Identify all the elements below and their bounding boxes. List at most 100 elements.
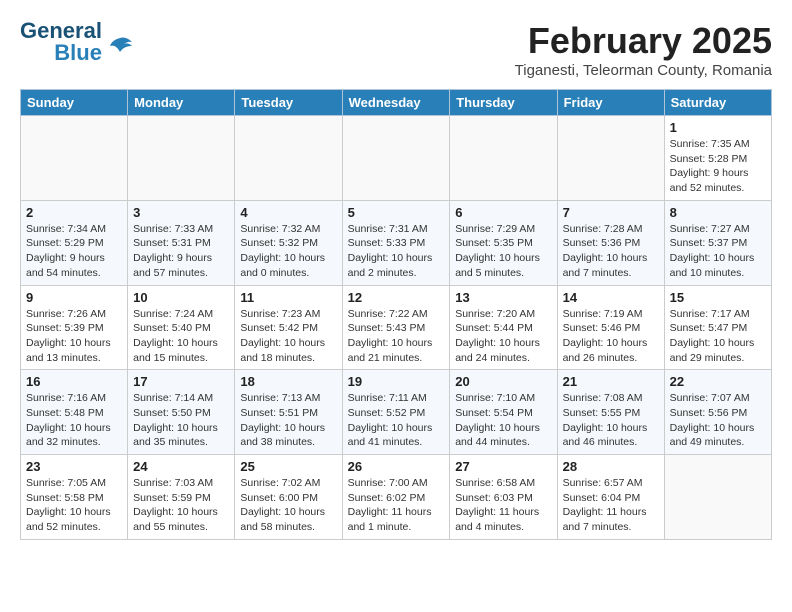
day-number: 9: [26, 290, 122, 305]
day-info: Sunrise: 7:27 AM Sunset: 5:37 PM Dayligh…: [670, 222, 766, 281]
day-number: 15: [670, 290, 766, 305]
day-info: Sunrise: 7:32 AM Sunset: 5:32 PM Dayligh…: [240, 222, 336, 281]
day-number: 25: [240, 459, 336, 474]
weekday-header-friday: Friday: [557, 90, 664, 116]
day-number: 17: [133, 374, 229, 389]
calendar-cell: [235, 116, 342, 201]
day-number: 8: [670, 205, 766, 220]
day-info: Sunrise: 7:34 AM Sunset: 5:29 PM Dayligh…: [26, 222, 122, 281]
calendar-cell: 24 Sunrise: 7:03 AM Sunset: 5:59 PM Dayli…: [128, 455, 235, 540]
calendar-cell: 6 Sunrise: 7:29 AM Sunset: 5:35 PM Daylig…: [450, 200, 557, 285]
day-number: 12: [348, 290, 445, 305]
day-number: 28: [563, 459, 659, 474]
calendar-cell: [128, 116, 235, 201]
calendar-table: SundayMondayTuesdayWednesdayThursdayFrid…: [20, 89, 772, 540]
day-number: 23: [26, 459, 122, 474]
location-text: Tiganesti, Teleorman County, Romania: [515, 62, 772, 79]
weekday-header-monday: Monday: [128, 90, 235, 116]
day-number: 22: [670, 374, 766, 389]
day-info: Sunrise: 6:57 AM Sunset: 6:04 PM Dayligh…: [563, 476, 659, 535]
week-row-4: 16 Sunrise: 7:16 AM Sunset: 5:48 PM Dayli…: [21, 370, 772, 455]
title-block: February 2025 Tiganesti, Teleorman Count…: [515, 20, 772, 79]
logo-bird-icon: [106, 34, 134, 62]
calendar-cell: 8 Sunrise: 7:27 AM Sunset: 5:37 PM Daylig…: [664, 200, 771, 285]
day-info: Sunrise: 7:10 AM Sunset: 5:54 PM Dayligh…: [455, 391, 551, 450]
calendar-cell: 11Sunrise: 7:23 AM Sunset: 5:42 PM Dayli…: [235, 285, 342, 370]
day-number: 7: [563, 205, 659, 220]
day-number: 13: [455, 290, 551, 305]
day-number: 14: [563, 290, 659, 305]
weekday-header-saturday: Saturday: [664, 90, 771, 116]
calendar-cell: 18Sunrise: 7:13 AM Sunset: 5:51 PM Dayli…: [235, 370, 342, 455]
calendar-cell: [21, 116, 128, 201]
calendar-cell: 28 Sunrise: 6:57 AM Sunset: 6:04 PM Dayli…: [557, 455, 664, 540]
day-number: 16: [26, 374, 122, 389]
calendar-cell: 10 Sunrise: 7:24 AM Sunset: 5:40 PM Dayli…: [128, 285, 235, 370]
calendar-cell: 16 Sunrise: 7:16 AM Sunset: 5:48 PM Dayli…: [21, 370, 128, 455]
day-number: 26: [348, 459, 445, 474]
logo: General Blue: [20, 20, 134, 64]
calendar-cell: 1Sunrise: 7:35 AM Sunset: 5:28 PM Daylig…: [664, 116, 771, 201]
calendar-cell: 7 Sunrise: 7:28 AM Sunset: 5:36 PM Daylig…: [557, 200, 664, 285]
day-number: 5: [348, 205, 445, 220]
day-info: Sunrise: 7:24 AM Sunset: 5:40 PM Dayligh…: [133, 307, 229, 366]
calendar-cell: 15 Sunrise: 7:17 AM Sunset: 5:47 PM Dayli…: [664, 285, 771, 370]
calendar-cell: 23Sunrise: 7:05 AM Sunset: 5:58 PM Dayli…: [21, 455, 128, 540]
day-info: Sunrise: 7:03 AM Sunset: 5:59 PM Dayligh…: [133, 476, 229, 535]
weekday-header-thursday: Thursday: [450, 90, 557, 116]
week-row-1: 1Sunrise: 7:35 AM Sunset: 5:28 PM Daylig…: [21, 116, 772, 201]
calendar-cell: 21 Sunrise: 7:08 AM Sunset: 5:55 PM Dayli…: [557, 370, 664, 455]
calendar-cell: [450, 116, 557, 201]
day-number: 18: [240, 374, 336, 389]
month-title: February 2025: [515, 20, 772, 62]
calendar-cell: 12Sunrise: 7:22 AM Sunset: 5:43 PM Dayli…: [342, 285, 450, 370]
calendar-cell: 14Sunrise: 7:19 AM Sunset: 5:46 PM Dayli…: [557, 285, 664, 370]
day-info: Sunrise: 7:29 AM Sunset: 5:35 PM Dayligh…: [455, 222, 551, 281]
day-info: Sunrise: 6:58 AM Sunset: 6:03 PM Dayligh…: [455, 476, 551, 535]
day-number: 19: [348, 374, 445, 389]
calendar-cell: 26 Sunrise: 7:00 AM Sunset: 6:02 PM Dayli…: [342, 455, 450, 540]
weekday-header-sunday: Sunday: [21, 90, 128, 116]
calendar-cell: 19Sunrise: 7:11 AM Sunset: 5:52 PM Dayli…: [342, 370, 450, 455]
day-number: 4: [240, 205, 336, 220]
calendar-cell: [664, 455, 771, 540]
day-number: 27: [455, 459, 551, 474]
day-number: 1: [670, 120, 766, 135]
calendar-cell: 25 Sunrise: 7:02 AM Sunset: 6:00 PM Dayli…: [235, 455, 342, 540]
calendar-cell: 4 Sunrise: 7:32 AM Sunset: 5:32 PM Daylig…: [235, 200, 342, 285]
day-number: 21: [563, 374, 659, 389]
day-info: Sunrise: 7:17 AM Sunset: 5:47 PM Dayligh…: [670, 307, 766, 366]
logo-blue: Blue: [54, 42, 102, 64]
calendar-cell: 13 Sunrise: 7:20 AM Sunset: 5:44 PM Dayli…: [450, 285, 557, 370]
day-number: 10: [133, 290, 229, 305]
day-number: 2: [26, 205, 122, 220]
day-info: Sunrise: 7:23 AM Sunset: 5:42 PM Dayligh…: [240, 307, 336, 366]
calendar-cell: 2 Sunrise: 7:34 AM Sunset: 5:29 PM Daylig…: [21, 200, 128, 285]
calendar-cell: 20Sunrise: 7:10 AM Sunset: 5:54 PM Dayli…: [450, 370, 557, 455]
day-info: Sunrise: 7:08 AM Sunset: 5:55 PM Dayligh…: [563, 391, 659, 450]
day-number: 3: [133, 205, 229, 220]
calendar-cell: 22 Sunrise: 7:07 AM Sunset: 5:56 PM Dayli…: [664, 370, 771, 455]
day-number: 6: [455, 205, 551, 220]
calendar-cell: 27 Sunrise: 6:58 AM Sunset: 6:03 PM Dayli…: [450, 455, 557, 540]
calendar-cell: [557, 116, 664, 201]
week-row-2: 2 Sunrise: 7:34 AM Sunset: 5:29 PM Daylig…: [21, 200, 772, 285]
day-info: Sunrise: 7:31 AM Sunset: 5:33 PM Dayligh…: [348, 222, 445, 281]
day-info: Sunrise: 7:33 AM Sunset: 5:31 PM Dayligh…: [133, 222, 229, 281]
day-info: Sunrise: 7:07 AM Sunset: 5:56 PM Dayligh…: [670, 391, 766, 450]
calendar-cell: [342, 116, 450, 201]
day-info: Sunrise: 7:20 AM Sunset: 5:44 PM Dayligh…: [455, 307, 551, 366]
week-row-5: 23Sunrise: 7:05 AM Sunset: 5:58 PM Dayli…: [21, 455, 772, 540]
day-info: Sunrise: 7:14 AM Sunset: 5:50 PM Dayligh…: [133, 391, 229, 450]
day-info: Sunrise: 7:28 AM Sunset: 5:36 PM Dayligh…: [563, 222, 659, 281]
calendar-cell: 3 Sunrise: 7:33 AM Sunset: 5:31 PM Daylig…: [128, 200, 235, 285]
logo-general: General: [20, 20, 102, 42]
day-info: Sunrise: 7:26 AM Sunset: 5:39 PM Dayligh…: [26, 307, 122, 366]
day-info: Sunrise: 7:00 AM Sunset: 6:02 PM Dayligh…: [348, 476, 445, 535]
weekday-header-tuesday: Tuesday: [235, 90, 342, 116]
day-info: Sunrise: 7:16 AM Sunset: 5:48 PM Dayligh…: [26, 391, 122, 450]
day-info: Sunrise: 7:02 AM Sunset: 6:00 PM Dayligh…: [240, 476, 336, 535]
week-row-3: 9 Sunrise: 7:26 AM Sunset: 5:39 PM Daylig…: [21, 285, 772, 370]
page-header: General Blue February 2025 Tiganesti, Te…: [20, 20, 772, 79]
day-number: 24: [133, 459, 229, 474]
